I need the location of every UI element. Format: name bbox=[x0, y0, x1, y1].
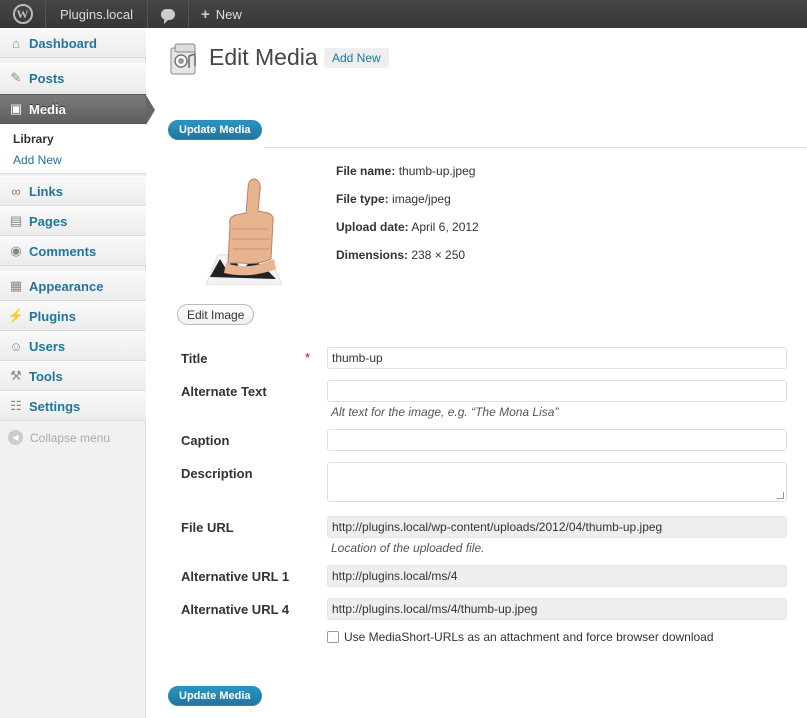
sidebar-item-label: Media bbox=[29, 101, 66, 117]
sidebar-item-label: Pages bbox=[29, 213, 68, 229]
sidebar-item-label: Plugins bbox=[29, 308, 76, 324]
file-name-label: File name: bbox=[336, 164, 396, 178]
description-textarea[interactable] bbox=[327, 462, 787, 502]
collapse-arrow-icon: ◀ bbox=[8, 430, 23, 445]
plus-icon: + bbox=[201, 5, 210, 23]
title-input[interactable]: thumb-up bbox=[327, 347, 787, 369]
sidebar-item-label: Dashboard bbox=[29, 35, 97, 51]
sidebar-item-tools[interactable]: ⚒ Tools bbox=[0, 361, 146, 391]
file-type-label: File type: bbox=[336, 192, 389, 206]
settings-icon: ☷ bbox=[10, 398, 22, 413]
file-url-help: Location of the uploaded file. bbox=[331, 541, 485, 555]
page-title: Edit Media bbox=[209, 44, 318, 70]
new-content-button[interactable]: + New bbox=[189, 0, 254, 28]
wordpress-logo-icon: W bbox=[12, 4, 33, 24]
update-media-button-bottom[interactable]: Update Media bbox=[168, 686, 262, 706]
sidebar-item-plugins[interactable]: ⚡ Plugins bbox=[0, 301, 146, 331]
comment-bubble-icon bbox=[161, 8, 175, 24]
upload-date-row: Upload date: April 6, 2012 bbox=[336, 220, 479, 234]
appearance-icon: ▦ bbox=[9, 278, 23, 293]
alternative-url-4-label: Alternative URL 4 bbox=[181, 602, 290, 617]
sidebar-item-settings[interactable]: ☷ Settings bbox=[0, 391, 146, 421]
file-url-field[interactable]: http://plugins.local/wp-content/uploads/… bbox=[327, 516, 787, 538]
caption-input[interactable] bbox=[327, 429, 787, 451]
site-name-link[interactable]: Plugins.local bbox=[46, 0, 148, 28]
alternate-text-help: Alt text for the image, e.g. “The Mona L… bbox=[331, 405, 559, 419]
alternate-text-input[interactable] bbox=[327, 380, 787, 402]
alternate-text-label: Alternate Text bbox=[181, 384, 267, 399]
upload-date-label: Upload date: bbox=[336, 220, 409, 234]
dashboard-icon: ⌂ bbox=[12, 35, 20, 51]
main-content: Edit Media Add New Update Media File nam… bbox=[147, 28, 807, 718]
update-media-button-top[interactable]: Update Media bbox=[168, 120, 262, 140]
sidebar-item-appearance[interactable]: ▦ Appearance bbox=[0, 271, 146, 301]
sidebar-item-pages[interactable]: ▤ Pages bbox=[0, 206, 146, 236]
sidebar-item-links[interactable]: ∞ Links bbox=[0, 176, 146, 206]
sidebar-item-comments[interactable]: ◉ Comments bbox=[0, 236, 146, 266]
alternative-url-1-label: Alternative URL 1 bbox=[181, 569, 290, 584]
edit-image-button[interactable]: Edit Image bbox=[177, 304, 255, 325]
file-name-row: File name: thumb-up.jpeg bbox=[336, 164, 475, 178]
sidebar-item-label: Comments bbox=[29, 243, 97, 259]
sidebar-item-dashboard[interactable]: ⌂ Dashboard bbox=[0, 28, 146, 58]
dimensions-row: Dimensions: 238 × 250 bbox=[336, 248, 465, 262]
file-type-value: image/jpeg bbox=[392, 192, 451, 206]
force-download-label[interactable]: Use MediaShort-URLs as an attachment and… bbox=[344, 630, 714, 644]
collapse-menu-label: Collapse menu bbox=[30, 430, 111, 445]
title-label: Title bbox=[181, 351, 208, 366]
caption-label: Caption bbox=[181, 433, 230, 448]
tools-icon: ⚒ bbox=[10, 368, 22, 383]
file-url-label: File URL bbox=[181, 520, 234, 535]
admin-sidebar: ⌂ Dashboard ✎ Posts ▣ Media Library Add … bbox=[0, 28, 155, 718]
sidebar-item-label: Settings bbox=[29, 398, 81, 414]
file-name-value: thumb-up.jpeg bbox=[398, 164, 476, 178]
sidebar-item-label: Appearance bbox=[29, 278, 104, 294]
new-label: New bbox=[215, 6, 242, 22]
resize-handle-icon[interactable] bbox=[777, 492, 784, 499]
links-icon: ∞ bbox=[11, 183, 21, 199]
admin-bar: W Plugins.local + New bbox=[0, 0, 807, 28]
sidebar-item-posts[interactable]: ✎ Posts bbox=[0, 63, 146, 93]
plugins-icon: ⚡ bbox=[7, 308, 25, 323]
comments-icon: ◉ bbox=[10, 243, 22, 258]
required-mark: * bbox=[305, 350, 311, 365]
wordpress-logo-button[interactable]: W bbox=[0, 0, 46, 28]
pushpin-icon: ✎ bbox=[10, 70, 22, 85]
force-download-checkbox[interactable] bbox=[327, 631, 339, 643]
upload-date-value: April 6, 2012 bbox=[411, 220, 479, 234]
comments-button[interactable] bbox=[148, 0, 189, 28]
divider bbox=[264, 147, 807, 148]
description-label: Description bbox=[181, 466, 253, 481]
media-library-icon bbox=[170, 43, 196, 75]
sidebar-item-label: Users bbox=[29, 338, 66, 354]
media-icon: ▣ bbox=[9, 101, 23, 116]
dimensions-label: Dimensions: bbox=[336, 248, 409, 262]
file-type-row: File type: image/jpeg bbox=[336, 192, 451, 206]
sidebar-item-label: Links bbox=[29, 183, 63, 199]
media-submenu: Library Add New bbox=[0, 124, 146, 174]
pages-icon: ▤ bbox=[9, 213, 23, 228]
submenu-item-add-new[interactable]: Add New bbox=[13, 153, 62, 167]
force-download-option: Use MediaShort-URLs as an attachment and… bbox=[327, 630, 714, 644]
submenu-item-library[interactable]: Library bbox=[13, 132, 54, 146]
users-icon: ☺ bbox=[9, 338, 23, 354]
dimensions-value: 238 × 250 bbox=[411, 248, 466, 262]
sidebar-item-media[interactable]: ▣ Media bbox=[0, 94, 155, 125]
add-new-button[interactable]: Add New bbox=[324, 48, 389, 68]
collapse-menu-button[interactable]: ◀ Collapse menu bbox=[8, 430, 110, 445]
sidebar-item-users[interactable]: ☺ Users bbox=[0, 331, 146, 361]
alternative-url-1-field[interactable]: http://plugins.local/ms/4 bbox=[327, 565, 787, 587]
media-thumbnail bbox=[178, 159, 304, 285]
alternative-url-4-field[interactable]: http://plugins.local/ms/4/thumb-up.jpeg bbox=[327, 598, 787, 620]
sidebar-item-label: Posts bbox=[29, 70, 65, 86]
sidebar-item-label: Tools bbox=[29, 368, 63, 384]
